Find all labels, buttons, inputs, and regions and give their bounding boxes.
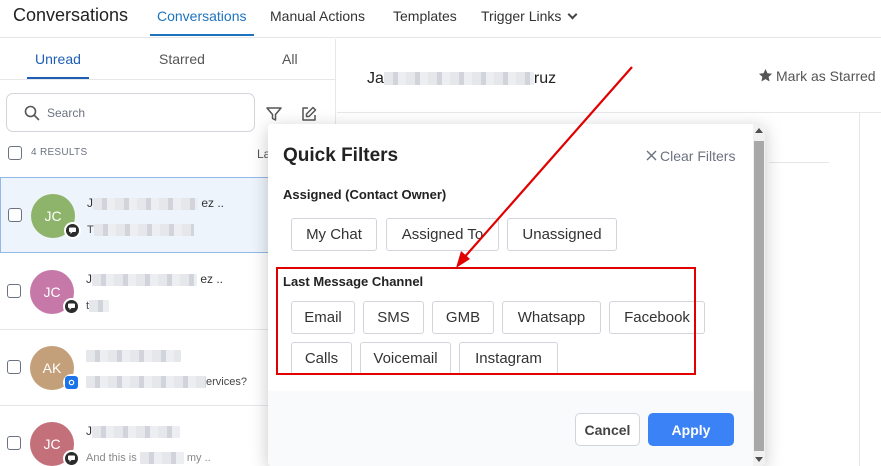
conversation-preview: And this is my ..: [86, 452, 211, 465]
filter-whatsapp[interactable]: Whatsapp: [502, 301, 601, 334]
row-checkbox[interactable]: [7, 284, 21, 298]
redacted-text: [93, 197, 198, 210]
filter-gmb[interactable]: GMB: [432, 301, 494, 334]
contact-name: Ja ruz: [367, 70, 556, 88]
nav-tab-trigger-links[interactable]: Trigger Links: [481, 8, 578, 24]
conversation-name: J: [86, 424, 180, 438]
preview-prefix: T: [87, 224, 94, 236]
divider: [0, 79, 335, 80]
chat-badge: [64, 222, 81, 239]
conversation-name: J ez ..: [87, 196, 224, 210]
scrollbar-thumb[interactable]: [754, 141, 764, 451]
clear-filters-button[interactable]: Clear Filters: [646, 148, 735, 164]
search-icon: [24, 105, 40, 121]
preview-suffix: ervices?: [206, 376, 247, 388]
filter-sms[interactable]: SMS: [363, 301, 424, 334]
name-suffix: ez ..: [201, 196, 225, 210]
redacted-text: [86, 349, 181, 362]
chat-icon: [65, 300, 78, 313]
preview-suffix: my ..: [186, 452, 211, 464]
conversation-name: J ez ..: [86, 272, 223, 286]
scrollbar[interactable]: [753, 124, 765, 466]
row-checkbox[interactable]: [8, 208, 22, 222]
popover-footer: Cancel Apply: [268, 391, 753, 466]
results-count: 4 RESULTS: [31, 147, 88, 158]
filter-facebook[interactable]: Facebook: [609, 301, 705, 334]
tab-starred[interactable]: Starred: [159, 51, 205, 67]
assigned-section-label: Assigned (Contact Owner): [283, 187, 447, 202]
contact-name-suffix: ruz: [533, 70, 557, 87]
contact-name-prefix: Ja: [367, 70, 384, 87]
name-suffix: ez ..: [200, 272, 224, 286]
conversation-preview: ervices?: [86, 376, 247, 389]
close-icon: [646, 150, 657, 161]
row-checkbox[interactable]: [7, 436, 21, 450]
redacted-text: [89, 300, 110, 313]
quick-filters-popover: Quick Filters Clear Filters Assigned (Co…: [268, 124, 765, 466]
apply-button[interactable]: Apply: [648, 413, 734, 446]
redacted-text: [139, 452, 184, 465]
gmb-icon: [65, 376, 78, 389]
tab-unread[interactable]: Unread: [35, 51, 81, 67]
scroll-up-arrow-icon[interactable]: [755, 128, 763, 133]
clear-filters-label: Clear Filters: [660, 148, 736, 164]
filter-email[interactable]: Email: [291, 301, 355, 334]
compose-icon[interactable]: [300, 105, 318, 123]
nav-tab-manual-actions[interactable]: Manual Actions: [270, 8, 365, 24]
search-box[interactable]: [6, 93, 255, 132]
search-input[interactable]: [47, 103, 237, 123]
filter-calls[interactable]: Calls: [291, 342, 352, 375]
filter-instagram[interactable]: Instagram: [459, 342, 558, 375]
chat-badge: [63, 298, 80, 315]
divider: [859, 113, 860, 466]
active-tab-indicator: [150, 34, 254, 36]
chat-icon: [65, 452, 78, 465]
app-root: Conversations Conversations Manual Actio…: [0, 0, 881, 466]
channel-section-label: Last Message Channel: [283, 274, 424, 289]
mark-starred-label: Mark as Starred: [776, 68, 876, 84]
star-icon: [758, 68, 773, 82]
divider: [769, 162, 829, 163]
popover-title: Quick Filters: [283, 145, 399, 166]
nav-tab-templates[interactable]: Templates: [393, 8, 457, 24]
redacted-text: [92, 425, 180, 438]
conversation-name: [86, 348, 181, 362]
mark-starred-button[interactable]: Mark as Starred: [758, 68, 876, 84]
tab-all[interactable]: All: [282, 51, 298, 67]
app-title: Conversations: [13, 5, 129, 25]
gmb-badge: [63, 374, 80, 391]
filter-my-chat[interactable]: My Chat: [291, 218, 377, 251]
conversation-preview: T: [87, 224, 194, 237]
redacted-text: [93, 224, 194, 237]
redacted-text: [383, 72, 534, 86]
conversation-preview: t: [86, 300, 110, 313]
filter-icon[interactable]: [265, 105, 283, 123]
filter-assigned-to[interactable]: Assigned To: [386, 218, 499, 251]
cancel-button[interactable]: Cancel: [575, 413, 640, 446]
scroll-down-arrow-icon[interactable]: [755, 457, 763, 462]
nav-tab-conversations[interactable]: Conversations: [157, 8, 247, 24]
preview-prefix: And this is: [86, 452, 137, 464]
filter-unassigned[interactable]: Unassigned: [507, 218, 617, 251]
redacted-text: [86, 376, 206, 389]
select-all-checkbox[interactable]: [8, 146, 22, 160]
divider: [337, 112, 881, 113]
chevron-down-icon: [567, 9, 578, 20]
redacted-text: [92, 273, 197, 286]
top-nav: Conversations Conversations Manual Actio…: [0, 0, 881, 38]
filter-voicemail[interactable]: Voicemail: [360, 342, 451, 375]
chat-icon: [66, 224, 79, 237]
chat-badge: [63, 450, 80, 466]
nav-tab-trigger-links-label: Trigger Links: [481, 8, 562, 24]
row-checkbox[interactable]: [7, 360, 21, 374]
